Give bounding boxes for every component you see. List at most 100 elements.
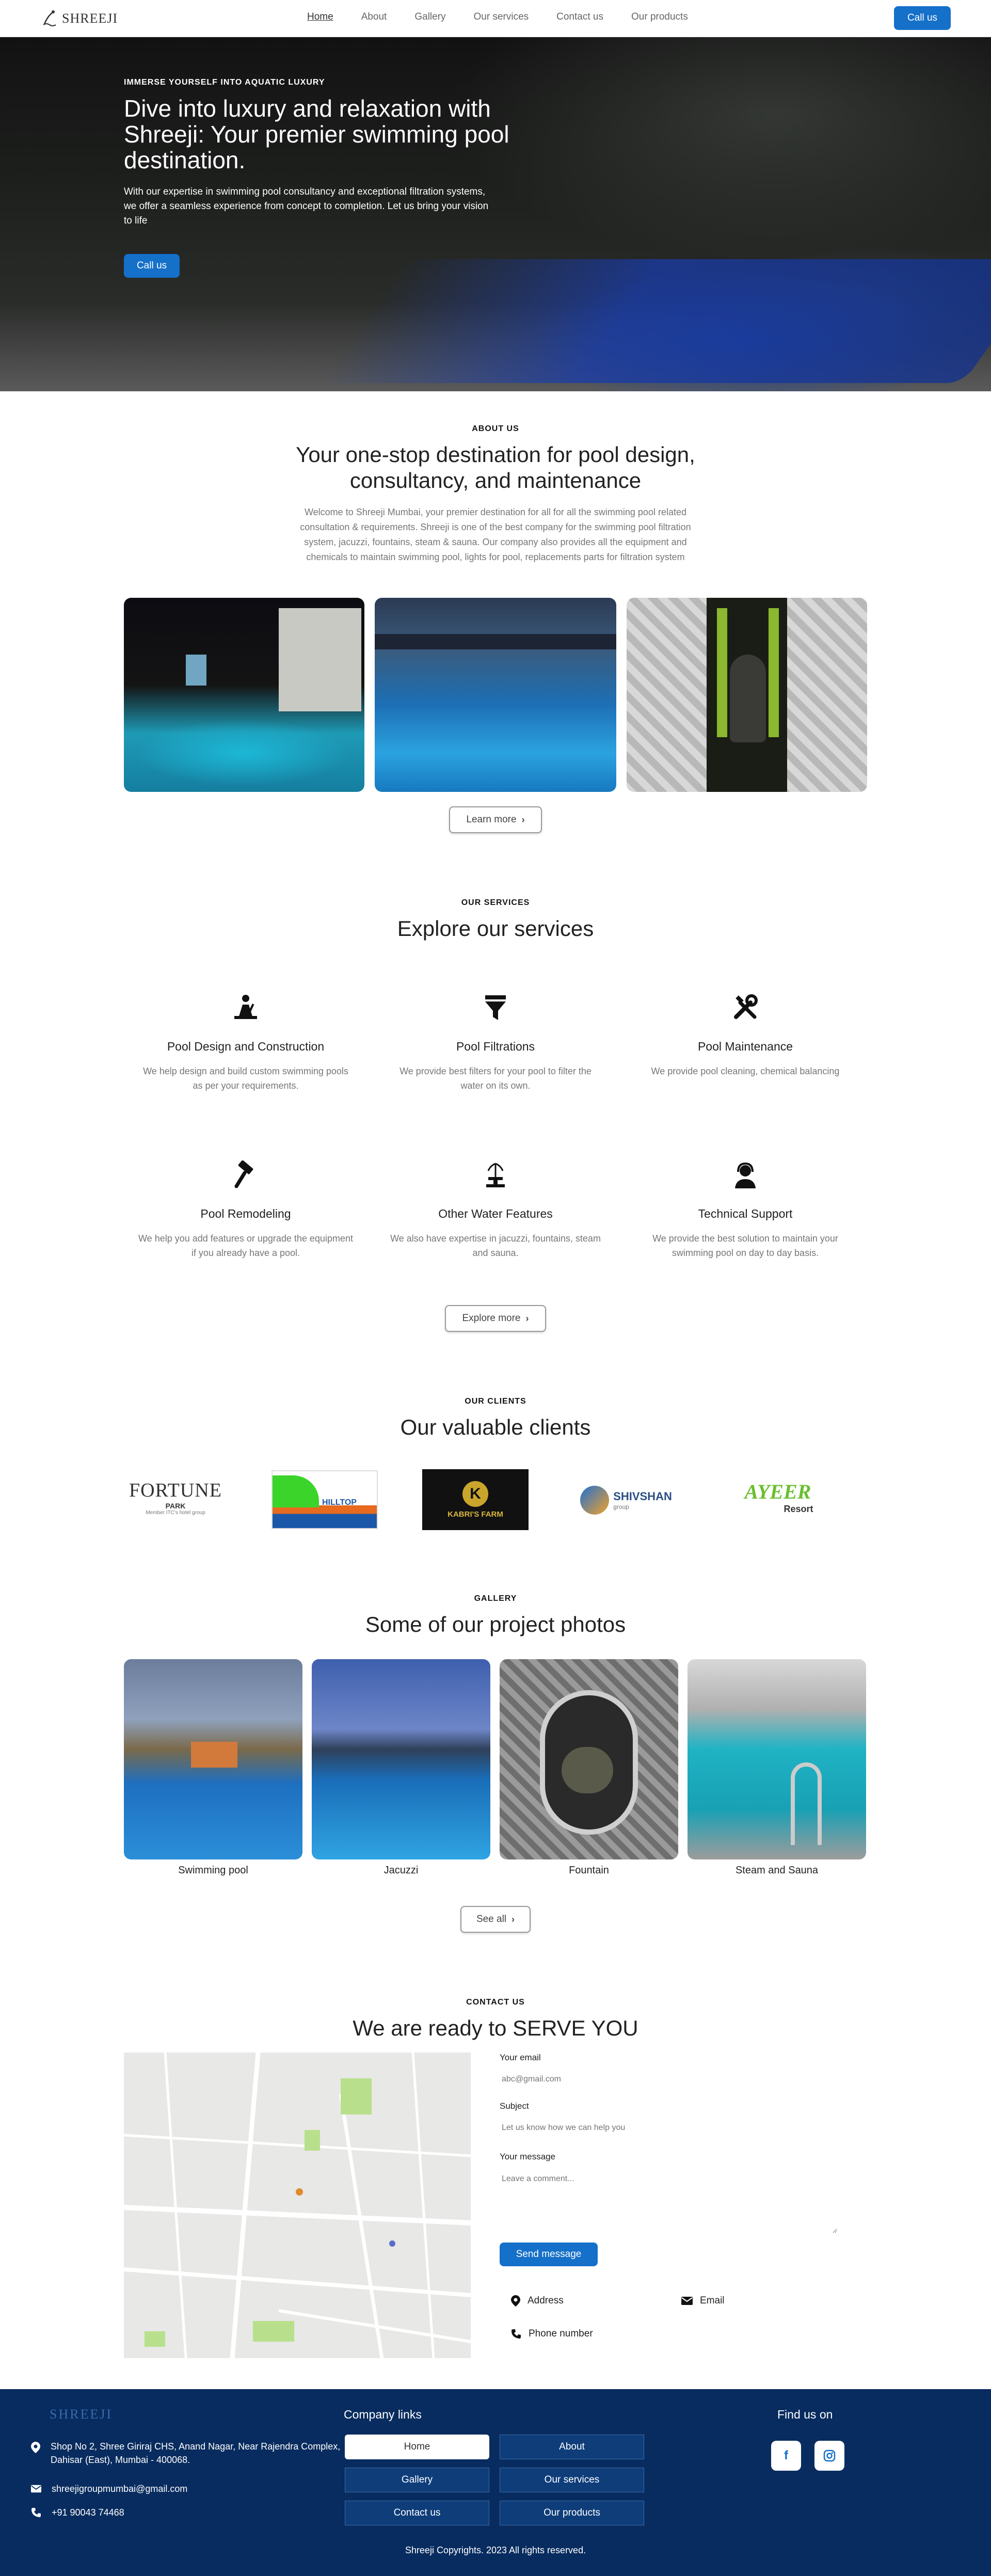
footer-link-services[interactable]: Our services [500, 2468, 644, 2492]
shivshan-logo: SHIVSHAN group [567, 1469, 685, 1531]
call-us-button-nav[interactable]: Call us [894, 6, 951, 30]
footer-email[interactable]: shreejigroupmumbai@gmail.com [31, 2482, 187, 2495]
footer-brand-logo[interactable]: SHREEJI [50, 2407, 122, 2425]
service-description: We provide best filters for your pool to… [399, 1066, 592, 1091]
gallery-photo-jacuzzi[interactable] [312, 1659, 490, 1859]
facebook-icon[interactable]: f [771, 2441, 801, 2471]
contact-eyebrow: CONTACT US [466, 1998, 525, 2007]
contact-title: We are ready to SERVE YOU [353, 2016, 638, 2040]
phone-icon [31, 2508, 41, 2517]
email-field[interactable] [500, 2069, 837, 2090]
find-us-heading: Find us on [777, 2408, 833, 2421]
hammer-icon [229, 1158, 262, 1191]
nav-links: Home About Gallery Our services Contact … [307, 11, 688, 23]
company-links-heading: Company links [344, 2408, 422, 2421]
call-us-button-hero[interactable]: Call us [124, 254, 180, 278]
hero-description: With our expertise in swimming pool cons… [124, 186, 489, 226]
nav-link-products[interactable]: Our products [631, 11, 688, 23]
client-logo-tagline: Member ITC's hotel group [146, 1509, 205, 1516]
message-textarea[interactable] [500, 2171, 837, 2233]
filter-icon [479, 991, 512, 1024]
clients-title: Our valuable clients [400, 1415, 591, 1439]
explore-more-button[interactable]: Explore more › [445, 1305, 546, 1332]
service-title: Pool Maintenance [697, 1040, 793, 1053]
services-title: Explore our services [397, 916, 594, 941]
footer-link-products[interactable]: Our products [500, 2501, 644, 2525]
phone-link[interactable]: Phone number [511, 2328, 593, 2340]
service-title: Pool Filtrations [456, 1040, 535, 1053]
send-message-button[interactable]: Send message [500, 2243, 598, 2266]
envelope-icon [681, 2297, 693, 2305]
nav-link-services[interactable]: Our services [474, 11, 529, 23]
footer-link-contact[interactable]: Contact us [345, 2501, 489, 2525]
gallery-caption: Jacuzzi [383, 1865, 419, 1876]
headset-icon [729, 1158, 762, 1191]
client-logo-subtext: PARK [165, 1501, 186, 1510]
location-map[interactable] [124, 2053, 471, 2358]
footer-link-home[interactable]: Home [345, 2435, 489, 2459]
map-roads [124, 2053, 471, 2358]
phone-icon [512, 2329, 521, 2339]
phone-link-label: Phone number [529, 2328, 593, 2339]
instagram-icon[interactable] [814, 2441, 844, 2471]
service-card-filtration: Pool Filtrations We provide best filters… [366, 991, 625, 1093]
gallery-photo-steam-sauna[interactable] [688, 1659, 866, 1859]
service-title: Pool Remodeling [200, 1207, 291, 1220]
clients-eyebrow: OUR CLIENTS [465, 1397, 526, 1406]
learn-more-button[interactable]: Learn more › [449, 806, 542, 833]
gallery-title: Some of our project photos [365, 1612, 626, 1636]
footer-phone[interactable]: +91 90043 74468 [31, 2506, 124, 2519]
explore-more-label: Explore more [462, 1313, 521, 1324]
client-logo-emblem: K [462, 1481, 488, 1507]
service-description: We also have expertise in jacuzzi, fount… [390, 1233, 601, 1258]
service-card-water-features: Other Water Features We also have expert… [366, 1158, 625, 1260]
service-title: Pool Design and Construction [167, 1040, 325, 1053]
swimmer-logo-icon [43, 10, 56, 26]
footer-link-about[interactable]: About [500, 2435, 644, 2459]
about-photo-pool [375, 598, 616, 792]
about-title: Your one-stop destination for pool desig… [296, 442, 695, 492]
gallery-photo-swimming-pool[interactable] [124, 1659, 302, 1859]
footer-brand-name: SHREEJI [50, 2407, 113, 2422]
about-eyebrow: ABOUT US [472, 424, 519, 433]
nav-link-home[interactable]: Home [307, 11, 333, 23]
about-photo-night-pool [124, 598, 364, 792]
brand-logo[interactable]: SHREEJI [41, 7, 118, 30]
see-all-button[interactable]: See all › [460, 1906, 531, 1933]
about-photo-fountain-statue [627, 598, 867, 792]
hero-pool-image [317, 259, 991, 383]
address-link[interactable]: Address [511, 2295, 564, 2307]
client-logo-text: HILLTOP [322, 1498, 357, 1507]
service-card-remodeling: Pool Remodeling We help you add features… [117, 1158, 375, 1260]
footer-email-text: shreejigroupmumbai@gmail.com [52, 2484, 188, 2494]
footer-link-gallery[interactable]: Gallery [345, 2468, 489, 2492]
subject-field[interactable] [500, 2118, 837, 2138]
kabris-farm-logo: K KABRI'S FARM [422, 1469, 529, 1530]
client-logo-text: SHIVSHAN [613, 1490, 672, 1503]
service-card-design: Pool Design and Construction We help des… [117, 991, 375, 1093]
client-logo-text: KABRI'S FARM [447, 1509, 503, 1519]
about-description: Welcome to Shreeji Mumbai, your premier … [300, 507, 691, 562]
gallery-photo-fountain[interactable] [500, 1659, 678, 1859]
chevron-right-icon: › [512, 1914, 515, 1925]
service-description: We help you add features or upgrade the … [138, 1233, 353, 1258]
chevron-right-icon: › [525, 1313, 529, 1324]
nav-link-about[interactable]: About [361, 11, 387, 23]
subject-label: Subject [500, 2101, 529, 2111]
service-description: We help design and build custom swimming… [143, 1066, 348, 1091]
nav-link-gallery[interactable]: Gallery [414, 11, 445, 23]
service-card-maintenance: Pool Maintenance We provide pool cleanin… [616, 991, 874, 1078]
gallery-caption: Swimming pool [178, 1865, 248, 1876]
chevron-right-icon: › [521, 814, 525, 825]
tools-icon [729, 991, 762, 1024]
gallery-caption: Steam and Sauna [735, 1865, 819, 1876]
gallery-caption: Fountain [569, 1865, 609, 1876]
hero-eyebrow: IMMERSE YOURSELF INTO AQUATIC LUXURY [124, 78, 325, 87]
services-eyebrow: OUR SERVICES [461, 898, 530, 907]
client-logo-text: FORTUNE [129, 1479, 222, 1501]
address-link-label: Address [528, 2295, 564, 2306]
location-pin-icon [31, 2442, 40, 2453]
email-link[interactable]: Email [681, 2295, 725, 2307]
service-title: Other Water Features [438, 1207, 553, 1220]
nav-link-contact[interactable]: Contact us [556, 11, 603, 23]
